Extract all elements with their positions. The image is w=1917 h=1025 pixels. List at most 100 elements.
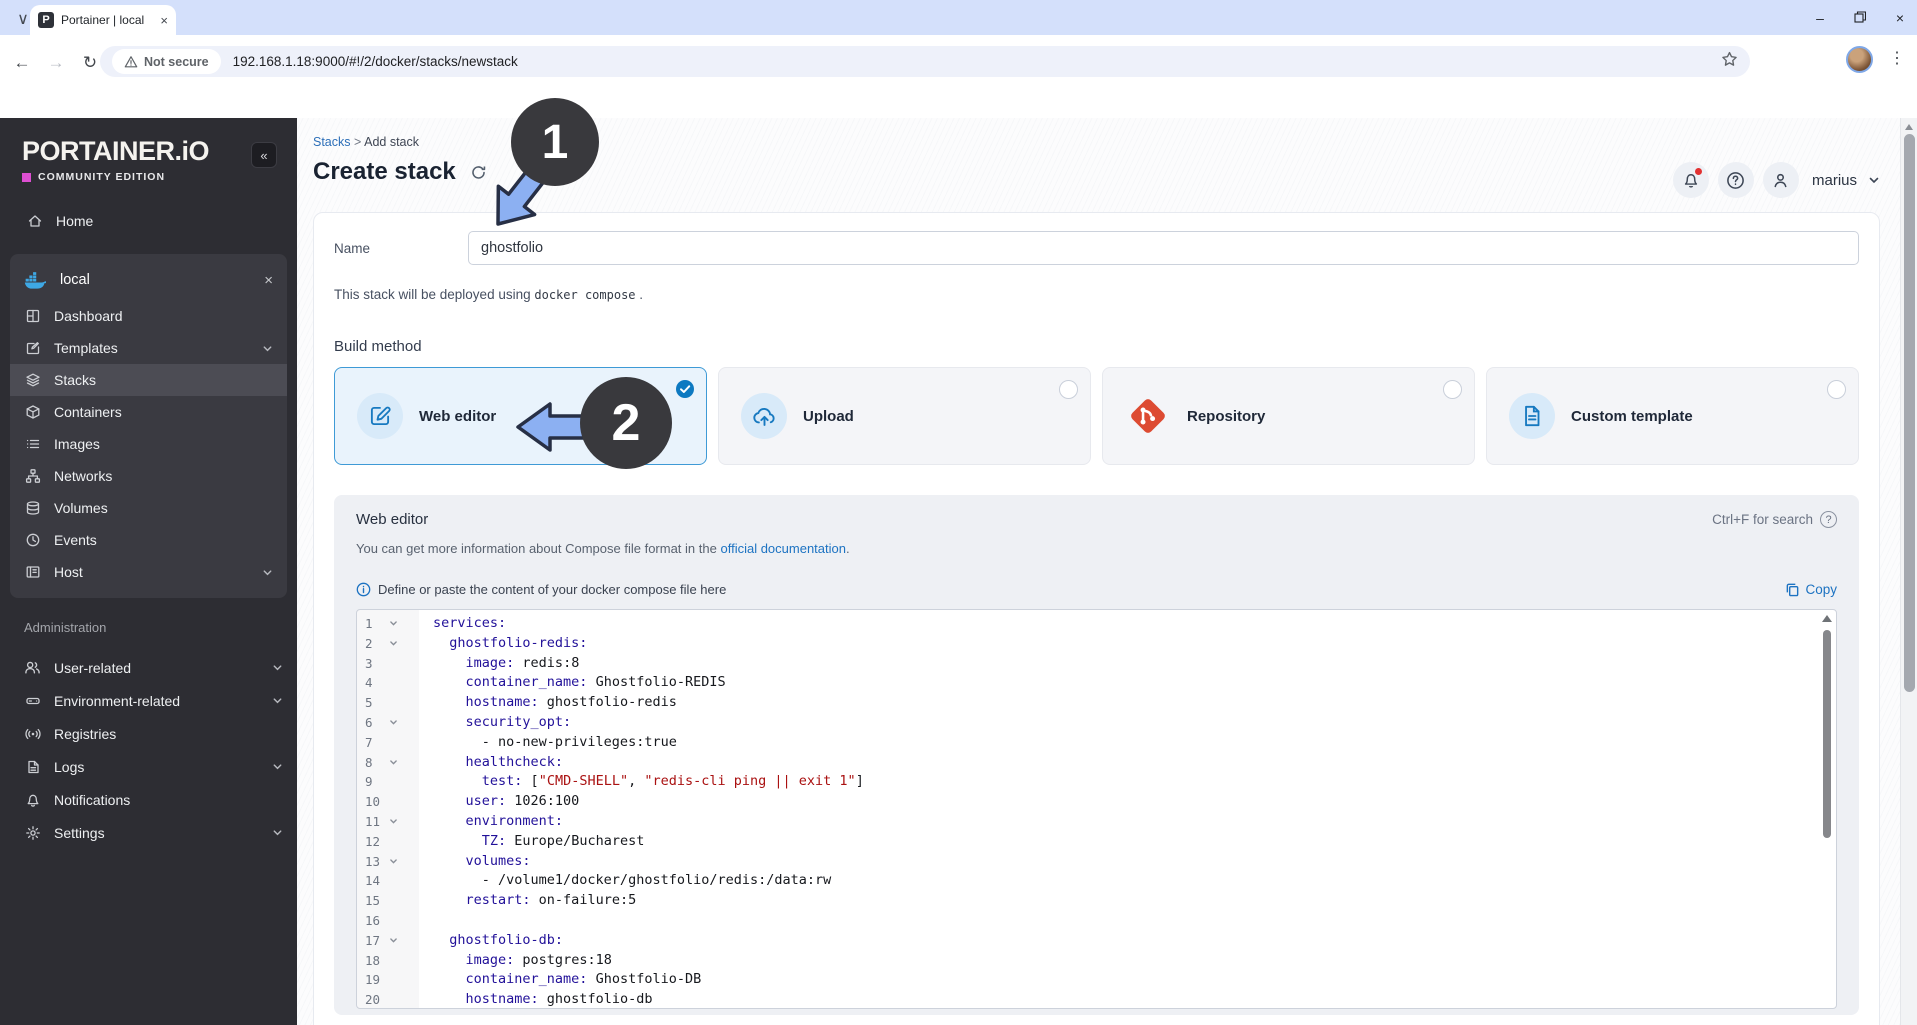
- fold-chevron-icon[interactable]: [385, 713, 419, 733]
- editor-scrollbar[interactable]: [1821, 613, 1833, 1005]
- help-icon[interactable]: ?: [1820, 511, 1837, 528]
- url-text: 192.168.1.18:9000/#!/2/docker/stacks/new…: [232, 54, 518, 69]
- containers-icon: [24, 404, 41, 421]
- official-documentation-link[interactable]: official documentation: [720, 541, 846, 556]
- browser-toolbar: ← → ↻ Not secure 192.168.1.18:9000/#!/2/…: [0, 35, 1917, 118]
- not-secure-chip[interactable]: Not secure: [112, 49, 221, 74]
- radio-unselected[interactable]: [1827, 380, 1846, 399]
- fold-chevron-icon[interactable]: [385, 931, 419, 951]
- sidebar-item-label: Logs: [54, 758, 85, 775]
- radio-unselected[interactable]: [1443, 380, 1462, 399]
- code-text: ghostfolio-db:: [449, 931, 564, 948]
- code-text: container_name: Ghostfolio-REDIS: [465, 674, 726, 691]
- sidebar-collapse-button[interactable]: «: [251, 142, 277, 168]
- copy-button[interactable]: Copy: [1785, 582, 1837, 597]
- code-line: 14 - /volume1/docker/ghostfolio/redis:/d…: [357, 871, 1836, 891]
- browser-profile-avatar[interactable]: [1846, 46, 1873, 73]
- user-menu-button[interactable]: [1762, 162, 1799, 198]
- sidebar-item-user-related[interactable]: User-related: [0, 651, 297, 684]
- home-icon: [26, 213, 43, 230]
- chevron-down-icon: [272, 827, 283, 838]
- user-icon: [1774, 173, 1787, 187]
- line-number: 8: [365, 754, 373, 770]
- browser-tab[interactable]: P Portainer | local ×: [30, 5, 176, 35]
- bookmark-star-icon[interactable]: [1721, 51, 1738, 73]
- sidebar-item-registries[interactable]: Registries: [0, 717, 297, 750]
- back-icon[interactable]: ←: [8, 49, 36, 77]
- forward-icon[interactable]: →: [42, 49, 70, 77]
- username[interactable]: marius: [1812, 172, 1857, 189]
- code-line: 10 user: 1026:100: [357, 792, 1836, 812]
- sidebar-item-networks[interactable]: Networks: [10, 460, 287, 492]
- sidebar-item-containers[interactable]: Containers: [10, 396, 287, 428]
- window-close-icon[interactable]: ×: [1893, 10, 1907, 26]
- code-text: restart: on-failure:5: [465, 892, 637, 909]
- stack-name-input[interactable]: [468, 231, 1859, 265]
- sidebar-item-events[interactable]: Events: [10, 524, 287, 556]
- copy-icon: [1787, 583, 1799, 597]
- window-restore-icon[interactable]: [1853, 10, 1867, 26]
- environment-header[interactable]: local ×: [10, 260, 287, 300]
- notifications-icon: [24, 791, 41, 808]
- sidebar-item-settings[interactable]: Settings: [0, 816, 297, 849]
- deploy-note: This stack will be deployed using docker…: [334, 287, 644, 302]
- networks-icon: [24, 468, 41, 485]
- sidebar-item-logs[interactable]: Logs: [0, 750, 297, 783]
- chevron-down-icon: [262, 343, 273, 354]
- scroll-up-icon[interactable]: [1905, 124, 1913, 130]
- annotation-step-2: 2: [580, 377, 672, 469]
- code-line: 13 volumes:: [357, 852, 1836, 872]
- line-number: 9: [365, 774, 373, 790]
- window-scrollbar[interactable]: [1900, 118, 1917, 1025]
- radio-unselected[interactable]: [1059, 380, 1078, 399]
- code-text: test: ["CMD-SHELL", "redis-cli ping || e…: [481, 773, 864, 790]
- browser-menu-icon[interactable]: ⋮: [1889, 48, 1905, 68]
- sidebar-item-dashboard[interactable]: Dashboard: [10, 300, 287, 332]
- fold-chevron-icon[interactable]: [385, 852, 419, 872]
- build-method-repository[interactable]: Repository: [1102, 367, 1475, 465]
- templates-icon: [24, 340, 41, 357]
- code-text: healthcheck:: [465, 753, 564, 770]
- url-bar[interactable]: Not secure 192.168.1.18:9000/#!/2/docker…: [100, 46, 1750, 77]
- window-minimize-icon[interactable]: –: [1813, 10, 1827, 26]
- web-editor-title: Web editor: [356, 511, 429, 528]
- sidebar-item-host[interactable]: Host: [10, 556, 287, 588]
- code-text: TZ: Europe/Bucharest: [481, 832, 645, 849]
- stacks-icon: [24, 372, 41, 389]
- sidebar-item-label: Settings: [54, 824, 105, 841]
- sidebar-item-label: Environment-related: [54, 692, 181, 709]
- fold-chevron-icon[interactable]: [385, 634, 419, 654]
- sidebar-item-stacks[interactable]: Stacks: [10, 364, 287, 396]
- sidebar-item-notifications[interactable]: Notifications: [0, 783, 297, 816]
- editor-scrollbar-thumb[interactable]: [1823, 630, 1831, 838]
- sidebar-item-label: Images: [54, 436, 100, 452]
- build-method-custom-template[interactable]: Custom template: [1486, 367, 1859, 465]
- line-number: 14: [365, 873, 381, 889]
- build-method-upload[interactable]: Upload: [718, 367, 1091, 465]
- sidebar-item-images[interactable]: Images: [10, 428, 287, 460]
- sidebar-item-templates[interactable]: Templates: [10, 332, 287, 364]
- administration-section-label: Administration: [24, 620, 107, 635]
- sidebar-item-home[interactable]: Home: [12, 204, 285, 238]
- environment-close-icon[interactable]: ×: [264, 272, 273, 289]
- sidebar-item-environment-related[interactable]: Environment-related: [0, 684, 297, 717]
- code-text: user: 1026:100: [465, 793, 580, 810]
- fold-chevron-icon[interactable]: [385, 753, 419, 773]
- window-scrollbar-thumb[interactable]: [1904, 134, 1915, 692]
- fold-chevron-icon[interactable]: [385, 812, 419, 832]
- help-button[interactable]: [1717, 162, 1754, 198]
- chevron-down-icon: [272, 761, 283, 772]
- chevron-down-icon[interactable]: [1868, 174, 1880, 186]
- scroll-up-icon[interactable]: [1822, 615, 1832, 622]
- breadcrumb-stacks-link[interactable]: Stacks: [313, 135, 351, 149]
- selected-check-icon[interactable]: [675, 379, 695, 399]
- sidebar-item-volumes[interactable]: Volumes: [10, 492, 287, 524]
- search-hint: Ctrl+F for search ?: [1712, 511, 1837, 528]
- tab-close-icon[interactable]: ×: [160, 13, 168, 28]
- notifications-bell-button[interactable]: [1672, 162, 1709, 198]
- fold-chevron-icon[interactable]: [385, 614, 419, 634]
- compose-code-editor[interactable]: 1 services: 2 ghostfolio-redis: 3 image: re…: [356, 609, 1837, 1009]
